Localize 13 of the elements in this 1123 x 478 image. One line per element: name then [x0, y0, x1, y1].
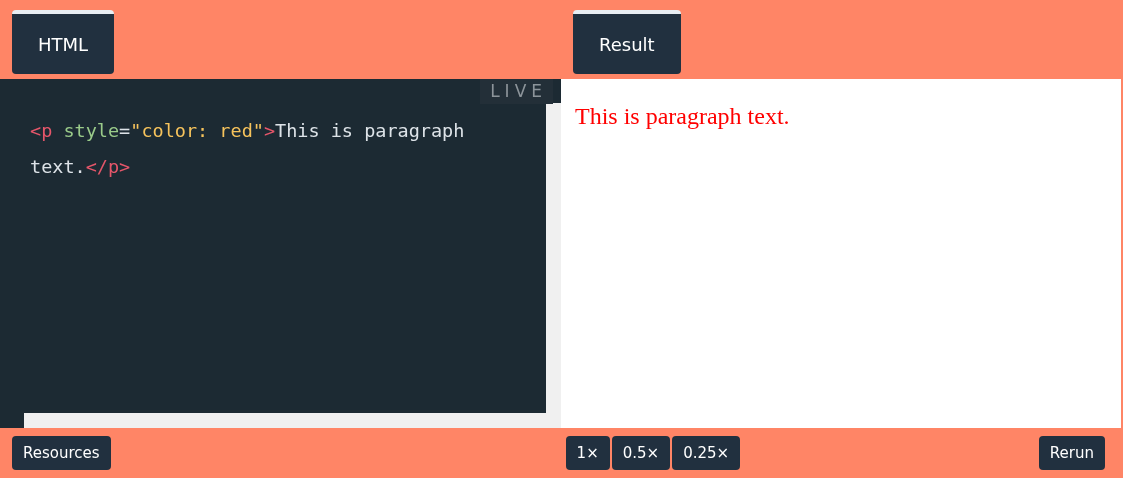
resources-button[interactable]: Resources: [12, 436, 111, 470]
vertical-scrollbar[interactable]: [546, 103, 561, 428]
code-editor[interactable]: <p style="color: red">This is paragraph text.</p> LIVE: [0, 79, 561, 428]
rerun-button[interactable]: Rerun: [1038, 436, 1105, 470]
paragraph-text: This is paragraph text.: [575, 103, 791, 130]
result-tab[interactable]: Result: [573, 10, 681, 74]
live-badge: LIVE: [480, 79, 553, 104]
html-tab[interactable]: HTML: [12, 10, 115, 74]
horizontal-scrollbar[interactable]: [24, 413, 546, 428]
code-text: <p style="color: red">This is paragraph text.</p>: [30, 119, 466, 179]
zoom-button[interactable]: 0.5×: [611, 436, 671, 470]
zoom-button[interactable]: 1×: [565, 436, 610, 470]
zoom-button[interactable]: 0.25×: [672, 436, 741, 470]
